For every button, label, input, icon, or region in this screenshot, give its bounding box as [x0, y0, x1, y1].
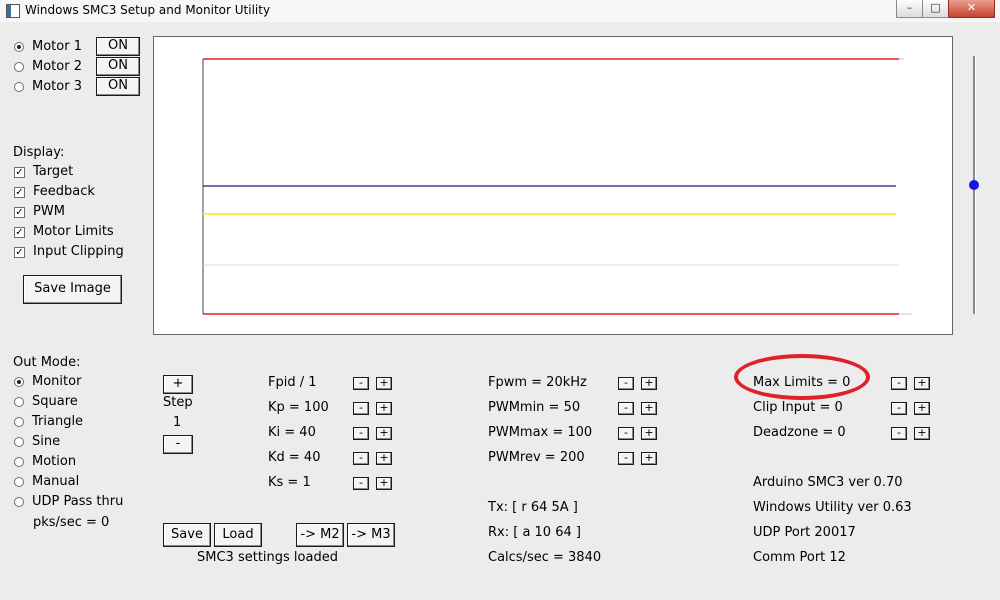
target-checkbox[interactable]: ✓: [14, 167, 25, 178]
fpwm-plus-button[interactable]: +: [641, 377, 657, 390]
udp-pass-thru-label: UDP Pass thru: [32, 494, 124, 509]
graph-scale-slider-knob[interactable]: [969, 180, 979, 190]
save-button[interactable]: Save: [163, 523, 211, 547]
motor-1-on-button[interactable]: ON: [96, 37, 140, 56]
sine-label: Sine: [32, 434, 61, 449]
motor-limits-checkbox[interactable]: ✓: [14, 227, 25, 238]
graph-canvas: [202, 58, 912, 315]
target-label: Target: [33, 164, 74, 179]
step-value: 1: [173, 415, 182, 430]
square-label: Square: [32, 394, 78, 409]
kd-minus-button[interactable]: -: [353, 452, 369, 465]
save-image-button[interactable]: Save Image: [23, 275, 122, 304]
main-panel: Motor 1 ON Motor 2 ON Motor 3 ON Display…: [0, 22, 1000, 600]
out-mode-heading: Out Mode:: [13, 355, 81, 370]
max-limits-minus-button[interactable]: -: [891, 377, 907, 390]
kd-label: Kd = 40: [268, 450, 321, 465]
copy-to-m3-button[interactable]: -> M3: [347, 523, 395, 547]
pwmrev-minus-button[interactable]: -: [618, 452, 634, 465]
pwmmin-minus-button[interactable]: -: [618, 402, 634, 415]
title-bar: Windows SMC3 Setup and Monitor Utility –…: [0, 0, 1000, 23]
ks-minus-button[interactable]: -: [353, 477, 369, 490]
monitor-radio[interactable]: [14, 377, 24, 387]
motor-1-label: Motor 1: [32, 39, 82, 54]
clip-input-plus-button[interactable]: +: [914, 402, 930, 415]
kp-minus-button[interactable]: -: [353, 402, 369, 415]
sine-radio[interactable]: [14, 437, 24, 447]
ks-plus-button[interactable]: +: [376, 477, 392, 490]
comm-port: Comm Port 12: [753, 550, 846, 565]
calcs-readout: Calcs/sec = 3840: [488, 550, 602, 565]
ki-minus-button[interactable]: -: [353, 427, 369, 440]
monitor-label: Monitor: [32, 374, 82, 389]
load-button[interactable]: Load: [214, 523, 262, 547]
settings-status: SMC3 settings loaded: [197, 550, 338, 565]
display-heading: Display:: [13, 145, 65, 160]
pwmmax-plus-button[interactable]: +: [641, 427, 657, 440]
fpid-label: Fpid / 1: [268, 375, 317, 390]
window-title: Windows SMC3 Setup and Monitor Utility: [25, 3, 271, 17]
fpid-minus-button[interactable]: -: [353, 377, 369, 390]
pks-sec-readout: pks/sec = 0: [33, 515, 110, 530]
kp-plus-button[interactable]: +: [376, 402, 392, 415]
feedback-checkbox[interactable]: ✓: [14, 187, 25, 198]
kp-label: Kp = 100: [268, 400, 329, 415]
motor-1-radio[interactable]: [14, 42, 24, 52]
pwmmax-label: PWMmax = 100: [488, 425, 593, 440]
minimize-button[interactable]: –: [896, 0, 923, 18]
pwmmin-label: PWMmin = 50: [488, 400, 581, 415]
udp-port: UDP Port 20017: [753, 525, 856, 540]
deadzone-plus-button[interactable]: +: [914, 427, 930, 440]
square-radio[interactable]: [14, 397, 24, 407]
manual-radio[interactable]: [14, 477, 24, 487]
manual-label: Manual: [32, 474, 80, 489]
max-limits-plus-button[interactable]: +: [914, 377, 930, 390]
motion-label: Motion: [32, 454, 77, 469]
motor-2-on-button[interactable]: ON: [96, 57, 140, 76]
motor-3-on-button[interactable]: ON: [96, 77, 140, 96]
step-minus-button[interactable]: -: [163, 435, 193, 454]
fpwm-minus-button[interactable]: -: [618, 377, 634, 390]
fpwm-label: Fpwm = 20kHz: [488, 375, 587, 390]
app-icon: [6, 4, 20, 18]
clip-input-label: Clip Input = 0: [753, 400, 843, 415]
triangle-radio[interactable]: [14, 417, 24, 427]
pwm-checkbox[interactable]: ✓: [14, 207, 25, 218]
feedback-label: Feedback: [33, 184, 95, 199]
motor-3-radio[interactable]: [14, 82, 24, 92]
deadzone-label: Deadzone = 0: [753, 425, 846, 440]
highlight-oval: [734, 354, 870, 400]
arduino-version: Arduino SMC3 ver 0.70: [753, 475, 903, 490]
triangle-label: Triangle: [32, 414, 84, 429]
udp-pass-thru-radio[interactable]: [14, 497, 24, 507]
monitor-graph: [153, 36, 953, 335]
maximize-button[interactable]: □: [922, 0, 949, 18]
copy-to-m2-button[interactable]: -> M2: [296, 523, 344, 547]
motor-limits-label: Motor Limits: [33, 224, 114, 239]
close-button[interactable]: ✕: [948, 0, 995, 18]
input-clipping-label: Input Clipping: [33, 244, 124, 259]
rx-readout: Rx: [ a 10 64 ]: [488, 525, 581, 540]
motor-2-label: Motor 2: [32, 59, 82, 74]
pwmmin-plus-button[interactable]: +: [641, 402, 657, 415]
fpid-plus-button[interactable]: +: [376, 377, 392, 390]
pwm-label: PWM: [33, 204, 65, 219]
clip-input-minus-button[interactable]: -: [891, 402, 907, 415]
motion-radio[interactable]: [14, 457, 24, 467]
input-clipping-checkbox[interactable]: ✓: [14, 247, 25, 258]
deadzone-minus-button[interactable]: -: [891, 427, 907, 440]
motor-3-label: Motor 3: [32, 79, 82, 94]
pwmrev-label: PWMrev = 200: [488, 450, 585, 465]
kd-plus-button[interactable]: +: [376, 452, 392, 465]
ki-label: Ki = 40: [268, 425, 316, 440]
utility-version: Windows Utility ver 0.63: [753, 500, 912, 515]
motor-2-radio[interactable]: [14, 62, 24, 72]
step-label: Step: [163, 395, 193, 410]
ki-plus-button[interactable]: +: [376, 427, 392, 440]
ks-label: Ks = 1: [268, 475, 311, 490]
pwmmax-minus-button[interactable]: -: [618, 427, 634, 440]
tx-readout: Tx: [ r 64 5A ]: [488, 500, 578, 515]
pwmrev-plus-button[interactable]: +: [641, 452, 657, 465]
step-plus-button[interactable]: +: [163, 375, 193, 394]
